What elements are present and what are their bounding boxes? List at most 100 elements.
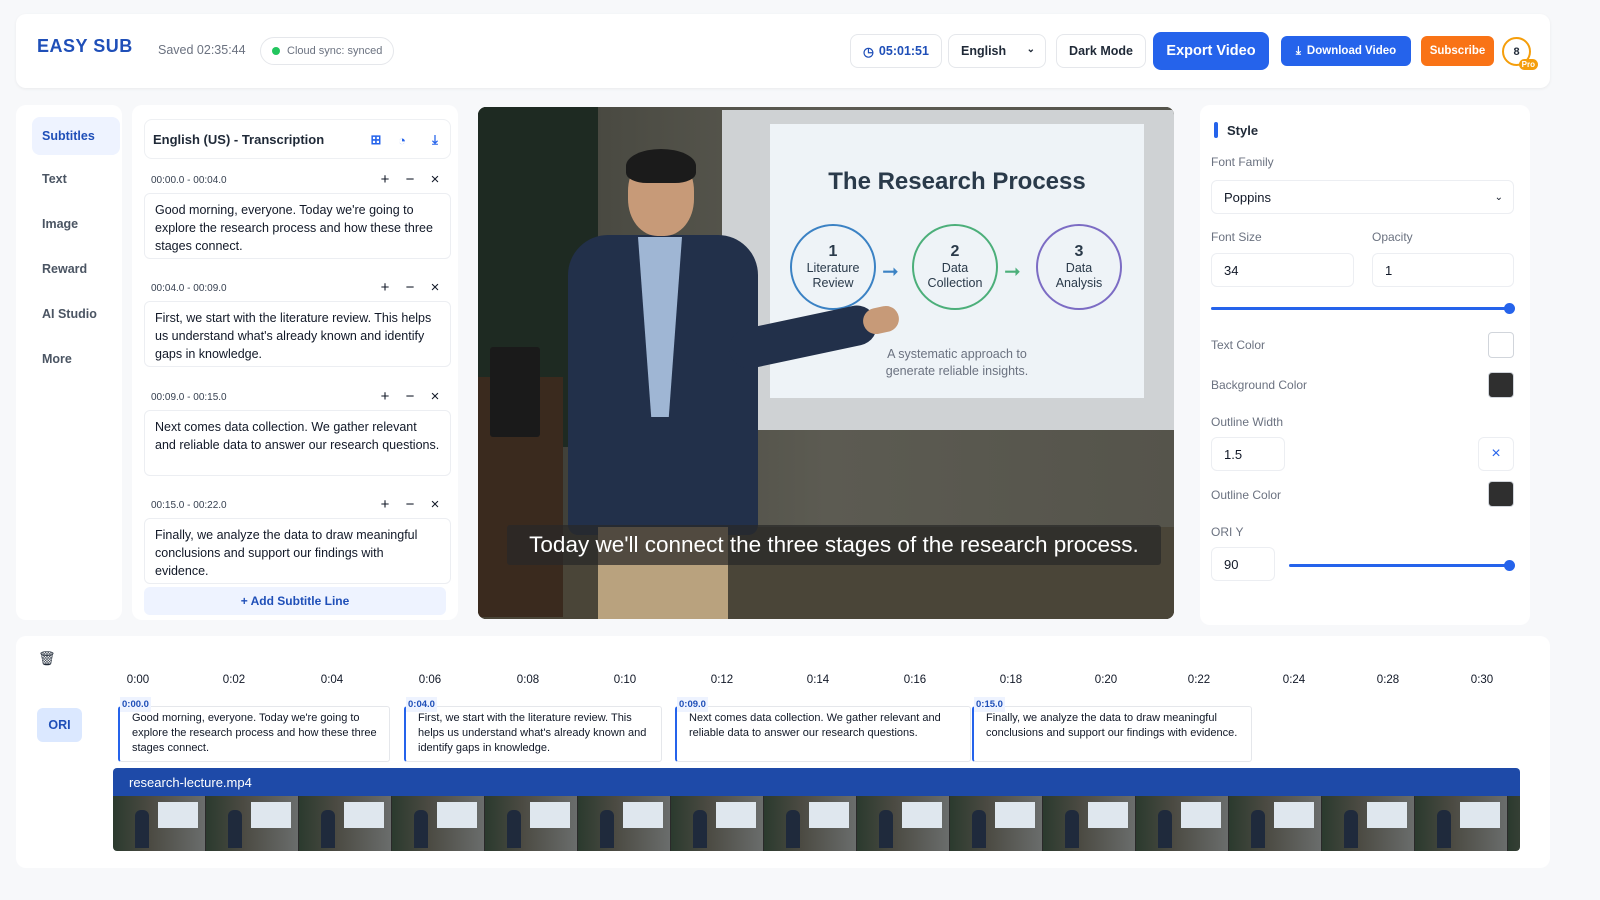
close-icon[interactable]: ×: [427, 388, 443, 405]
opacity-input[interactable]: 1: [1372, 253, 1514, 287]
ori-y-label: ORI Y: [1211, 525, 1244, 539]
export-video-button[interactable]: Export Video: [1153, 32, 1269, 70]
sidebar-item-ai-studio[interactable]: AI Studio: [32, 295, 97, 333]
timeline-tick: 0:18: [999, 674, 1023, 686]
ori-y-slider[interactable]: [1289, 560, 1515, 571]
ori-y-value: 90: [1224, 556, 1239, 572]
outline-width-value: 1.5: [1224, 446, 1243, 462]
slide-title: The Research Process: [828, 168, 1086, 195]
language-select[interactable]: English ⌄: [948, 34, 1046, 68]
minus-icon[interactable]: −: [402, 171, 418, 188]
user-avatar[interactable]: 8 Pro: [1502, 37, 1538, 70]
add-subtitle-line-button[interactable]: + Add Subtitle Line: [144, 587, 446, 615]
saved-status: Saved 02:35:44: [158, 43, 246, 57]
dark-mode-button[interactable]: Dark Mode: [1056, 34, 1146, 68]
pro-badge: Pro: [1518, 59, 1538, 70]
close-icon[interactable]: ×: [427, 279, 443, 296]
close-icon[interactable]: ×: [427, 496, 443, 513]
text-color-swatch[interactable]: [1488, 332, 1514, 358]
segment-start-time: 0:04.0: [406, 697, 437, 712]
cue-time: 00:09.0 - 00:15.0: [151, 392, 227, 403]
timeline-subtitle-segment[interactable]: 0:00.0 Good morning, everyone. Today we'…: [118, 697, 390, 762]
close-icon[interactable]: ×: [427, 171, 443, 188]
video-thumbnail: [206, 796, 299, 851]
video-track[interactable]: research-lecture.mp4: [113, 768, 1520, 796]
trash-icon[interactable]: 🗑: [38, 650, 56, 667]
font-family-select[interactable]: Poppins ⌄: [1211, 180, 1514, 214]
ori-y-slider-track[interactable]: [1289, 560, 1515, 571]
sync-status-text: Cloud sync: synced: [287, 45, 383, 57]
cue-time: 00:04.0 - 00:09.0: [151, 283, 227, 294]
arrow-right-icon: ➞: [882, 261, 899, 283]
track-label-ori[interactable]: ORI: [37, 708, 82, 742]
download-icon: ⤓: [1295, 44, 1301, 57]
add-icon[interactable]: +: [377, 496, 393, 513]
timeline-tick: 0:24: [1282, 674, 1306, 686]
timeline-tick: 0:28: [1376, 674, 1400, 686]
font-size-input[interactable]: 34: [1211, 253, 1354, 287]
stage-circle: 2 Data Collection: [912, 224, 998, 310]
outline-width-input[interactable]: 1.5: [1211, 437, 1285, 471]
sidebar-item-text[interactable]: Text: [32, 160, 67, 198]
sidebar-item-image[interactable]: Image: [32, 205, 78, 243]
sync-status-dot: [272, 47, 280, 55]
timeline-tick: 0:06: [418, 674, 442, 686]
slider-knob[interactable]: [1504, 303, 1515, 314]
grid-icon[interactable]: ⊞: [363, 127, 389, 153]
timeline-tick: 0:14: [806, 674, 830, 686]
download-icon[interactable]: ⤓: [422, 127, 448, 153]
video-thumbnail: [113, 796, 206, 851]
timeline-subtitle-segment[interactable]: 0:09.0 Next comes data collection. We ga…: [675, 697, 971, 762]
cue-text-field[interactable]: Next comes data collection. We gather re…: [144, 410, 451, 476]
cue-time: 00:00.0 - 00:04.0: [151, 175, 227, 186]
ori-y-input[interactable]: 90: [1211, 547, 1275, 581]
add-icon[interactable]: +: [377, 279, 393, 296]
sidebar-item-more[interactable]: More: [32, 340, 72, 378]
timeline-subtitle-segment[interactable]: 0:04.0 First, we start with the literatu…: [404, 697, 662, 762]
subscribe-button[interactable]: Subscribe: [1421, 36, 1494, 66]
timeline-tick: 0:20: [1094, 674, 1118, 686]
segment-text: Next comes data collection. We gather re…: [689, 712, 941, 739]
background-color-swatch[interactable]: [1488, 372, 1514, 398]
segment-text: Good morning, everyone. Today we're goin…: [132, 712, 377, 754]
sidebar-item-label: AI Studio: [42, 307, 97, 321]
chevron-down-icon: ⌄: [1494, 191, 1503, 203]
cue-text-field[interactable]: Good morning, everyone. Today we're goin…: [144, 193, 451, 259]
timeline-subtitle-segment[interactable]: 0:15.0 Finally, we analyze the data to d…: [972, 697, 1252, 762]
sidebar-item-subtitles[interactable]: Subtitles: [32, 117, 120, 155]
sidebar-item-reward[interactable]: Reward: [32, 250, 87, 288]
avatar-initial: 8: [1513, 45, 1520, 58]
slider-knob[interactable]: [1504, 560, 1515, 571]
opacity-slider[interactable]: [1211, 303, 1515, 314]
minus-icon[interactable]: −: [402, 496, 418, 513]
top-bar: EASY SUB Saved 02:35:44 Cloud sync: sync…: [16, 14, 1550, 88]
outline-color-swatch[interactable]: [1488, 481, 1514, 507]
download-video-button[interactable]: ⤓ Download Video: [1281, 36, 1411, 66]
speaker-hair: [626, 149, 696, 183]
sidebar-item-label: Text: [42, 172, 67, 186]
timeline-tick: 0:04: [320, 674, 344, 686]
add-icon[interactable]: +: [377, 171, 393, 188]
opacity-slider-track[interactable]: [1211, 303, 1515, 314]
logo[interactable]: EASY SUB: [37, 36, 133, 57]
download-video-label: Download Video: [1306, 45, 1397, 57]
stage-label: Collection: [927, 275, 983, 290]
background-color-label: Background Color: [1211, 378, 1308, 392]
timeline-panel: 🗑 0:00 0:02 0:04 0:06 0:08 0:10 0:12 0:14 0:16 0:…: [16, 636, 1550, 868]
minus-icon[interactable]: −: [402, 279, 418, 296]
video-thumbnail-strip[interactable]: [113, 796, 1520, 851]
close-icon[interactable]: ×: [1478, 437, 1514, 471]
video-file-name: research-lecture.mp4: [129, 774, 252, 790]
stage-circle: 1 Literature Review: [790, 224, 876, 310]
cue-text-field[interactable]: Finally, we analyze the data to draw mea…: [144, 518, 451, 584]
palette-icon[interactable]: ◔: [389, 127, 415, 153]
timeline-tick: 0:10: [613, 674, 637, 686]
session-timer: ◷ 05:01:51: [850, 34, 942, 68]
sidebar-item-label: Image: [42, 217, 79, 231]
video-preview[interactable]: The Research Process 1 Literature Review…: [478, 107, 1174, 619]
transcription-panel: English (US) - Transcription ⊞ ◔ ⤓ 00:00…: [132, 105, 458, 620]
subtitle-caption: Today we'll connect the three stages of …: [507, 525, 1161, 565]
cue-text-field[interactable]: First, we start with the literature revi…: [144, 301, 451, 367]
add-icon[interactable]: +: [377, 388, 393, 405]
minus-icon[interactable]: −: [402, 388, 418, 405]
